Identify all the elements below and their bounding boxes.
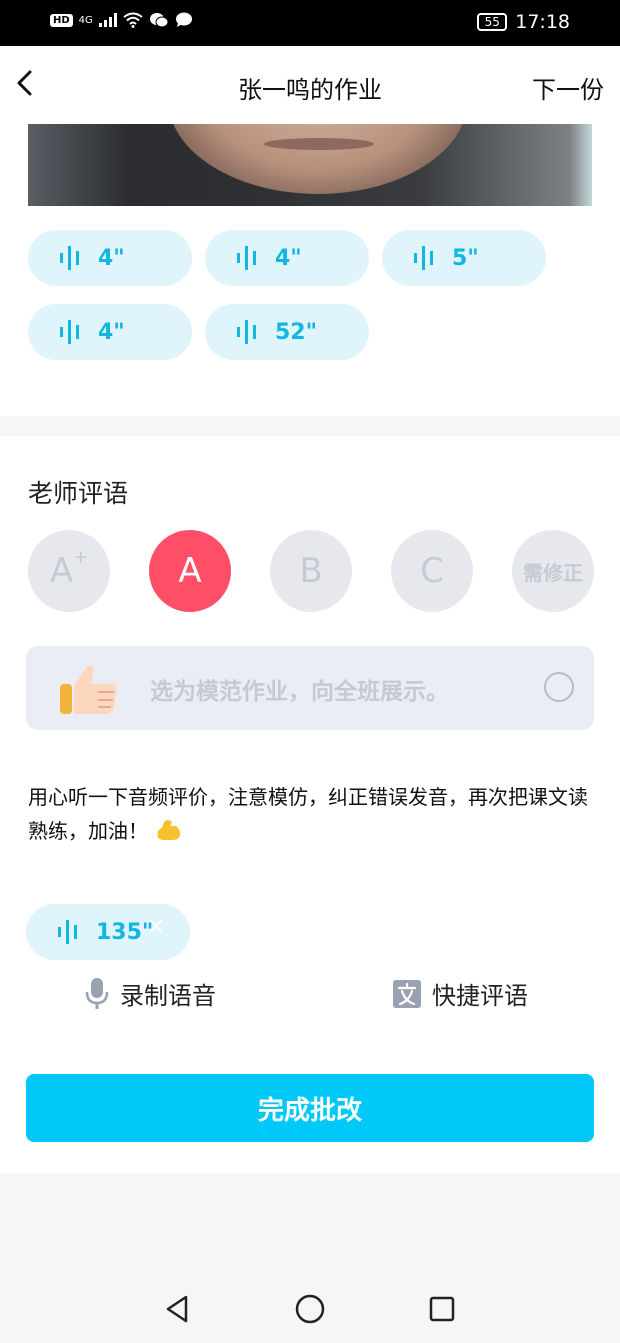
voice-wave-icon [60, 320, 79, 344]
audio-duration: 52" [275, 319, 318, 345]
status-icons: HD 4G [50, 12, 193, 28]
grade-label: 需修正 [523, 560, 583, 585]
photo-mouth [264, 138, 374, 150]
status-right: 55 17:18 [477, 11, 570, 33]
quick-comment-label: 快捷评语 [432, 982, 528, 1010]
model-homework-label: 选为模范作业，向全班展示。 [150, 679, 449, 705]
audio-duration: 5" [452, 245, 479, 271]
audio-clip[interactable]: 4" [205, 230, 369, 286]
message-icon [175, 12, 192, 27]
quick-comment-button[interactable]: 快捷评语 [392, 976, 528, 1011]
review-card: 老师评语 A + A B C 需修正 选为模范作业，向全班展示。 用心听一下音频评… [0, 436, 620, 1174]
comment-text[interactable]: 用心听一下音频评价，注意模仿，纠正错误发音，再次把课文读熟练，加油！ [28, 780, 598, 848]
audio-duration: 4" [98, 245, 125, 271]
audio-clip[interactable]: 5" [382, 230, 546, 286]
comment-body: 用心听一下音频评价，注意模仿，纠正错误发音，再次把课文读熟练，加油！ [28, 785, 588, 843]
network-label: 4G [78, 14, 93, 26]
grade-label: A [49, 551, 74, 591]
voice-wave-icon [414, 246, 433, 270]
audio-duration: 4" [275, 245, 302, 271]
text-icon [393, 979, 421, 1008]
grade-label: B [299, 551, 323, 591]
voice-wave-icon [60, 246, 79, 270]
wechat-icon [149, 13, 169, 28]
grade-c-button[interactable]: C [391, 530, 473, 612]
status-bar: HD 4G 55 17:18 [0, 0, 620, 46]
model-homework-toggle[interactable]: 选为模范作业，向全班展示。 [26, 646, 594, 730]
grade-a-plus-button[interactable]: A + [28, 530, 110, 612]
microphone-icon [85, 977, 109, 1009]
thumbs-up-icon [60, 665, 117, 714]
submission-card: 4" 4" 5" 4" 52" [0, 124, 620, 416]
hd-icon: HD [50, 13, 73, 27]
nav-home-icon[interactable] [294, 1293, 326, 1325]
audio-clip[interactable]: 4" [28, 304, 192, 360]
grade-a-button[interactable]: A [149, 530, 231, 612]
audio-duration: 4" [98, 319, 125, 345]
finish-grading-button[interactable]: 完成批改 [26, 1074, 594, 1142]
grade-label: C [420, 551, 444, 591]
wifi-icon [123, 12, 143, 28]
battery-level: 55 [484, 15, 500, 29]
flexed-biceps-icon [157, 820, 181, 840]
header: 张一鸣的作业 下一份 [0, 46, 620, 124]
model-homework-radio[interactable] [544, 672, 574, 702]
nav-recents-icon[interactable] [426, 1293, 458, 1325]
voice-wave-icon [237, 246, 256, 270]
system-nav-bar [0, 1275, 620, 1343]
delete-voice-icon[interactable] [146, 916, 166, 936]
audio-clip[interactable]: 52" [205, 304, 369, 360]
signal-icon [98, 13, 117, 27]
grade-sup: + [73, 546, 89, 568]
battery-icon: 55 [477, 13, 508, 31]
recorded-voice-clip[interactable]: 135" [26, 904, 190, 960]
grade-label: A [178, 551, 202, 591]
clock: 17:18 [515, 11, 570, 33]
voice-wave-icon [58, 920, 77, 944]
grade-needs-revision-button[interactable]: 需修正 [512, 530, 594, 612]
section-title: 老师评语 [28, 479, 129, 508]
audio-clip[interactable]: 4" [28, 230, 192, 286]
record-voice-button[interactable]: 录制语音 [84, 976, 216, 1011]
voice-duration: 135" [96, 919, 154, 945]
grade-b-button[interactable]: B [270, 530, 352, 612]
record-voice-label: 录制语音 [120, 982, 216, 1010]
photo-face [168, 124, 468, 194]
voice-wave-icon [237, 320, 256, 344]
nav-back-icon[interactable] [162, 1293, 194, 1325]
submission-photo[interactable] [28, 124, 592, 206]
page-title: 张一鸣的作业 [238, 76, 382, 104]
next-submission-button[interactable]: 下一份 [532, 70, 604, 105]
